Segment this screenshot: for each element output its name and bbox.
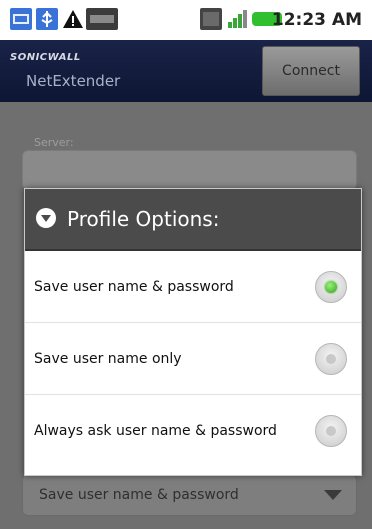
usb-icon bbox=[36, 8, 58, 30]
warning-icon bbox=[62, 8, 84, 30]
radio-unselected[interactable] bbox=[315, 415, 347, 447]
profile-options-dialog: Profile Options: Save user name & passwo… bbox=[24, 188, 362, 476]
radio-dot-icon bbox=[325, 281, 337, 293]
option-save-user-only[interactable]: Save user name only bbox=[25, 323, 361, 395]
status-bar: 12:23 AM bbox=[0, 0, 372, 40]
option-label: Save user name & password bbox=[34, 279, 234, 295]
option-save-user-and-password[interactable]: Save user name & password bbox=[25, 251, 361, 323]
battery-percent-icon bbox=[86, 8, 118, 30]
notification-icon bbox=[10, 8, 32, 30]
brand-logo: SONICWALL bbox=[10, 52, 81, 63]
option-label: Save user name only bbox=[34, 351, 182, 367]
server-label: Server: bbox=[34, 136, 74, 149]
profile-select[interactable]: Save user name & password bbox=[22, 474, 357, 516]
connect-button[interactable]: Connect bbox=[262, 46, 360, 96]
dialog-header: Profile Options: bbox=[25, 189, 361, 251]
radio-inner bbox=[326, 426, 336, 436]
dialog-title: Profile Options: bbox=[67, 207, 220, 231]
app-name: NetExtender bbox=[26, 72, 121, 90]
radio-selected[interactable] bbox=[315, 271, 347, 303]
3g-network-icon bbox=[200, 8, 222, 30]
option-always-ask[interactable]: Always ask user name & password bbox=[25, 395, 361, 467]
option-label: Always ask user name & password bbox=[34, 423, 277, 439]
dropdown-arrow-icon bbox=[324, 490, 342, 500]
status-time: 12:23 AM bbox=[271, 10, 362, 30]
radio-inner bbox=[326, 354, 336, 364]
server-input[interactable] bbox=[22, 150, 357, 190]
profile-select-value: Save user name & password bbox=[39, 487, 239, 503]
radio-unselected[interactable] bbox=[315, 343, 347, 375]
chevron-down-circle-icon bbox=[35, 207, 57, 229]
screen: 12:23 AM SONICWALL NetExtender Connect S… bbox=[0, 0, 372, 529]
signal-strength-icon bbox=[226, 8, 248, 30]
